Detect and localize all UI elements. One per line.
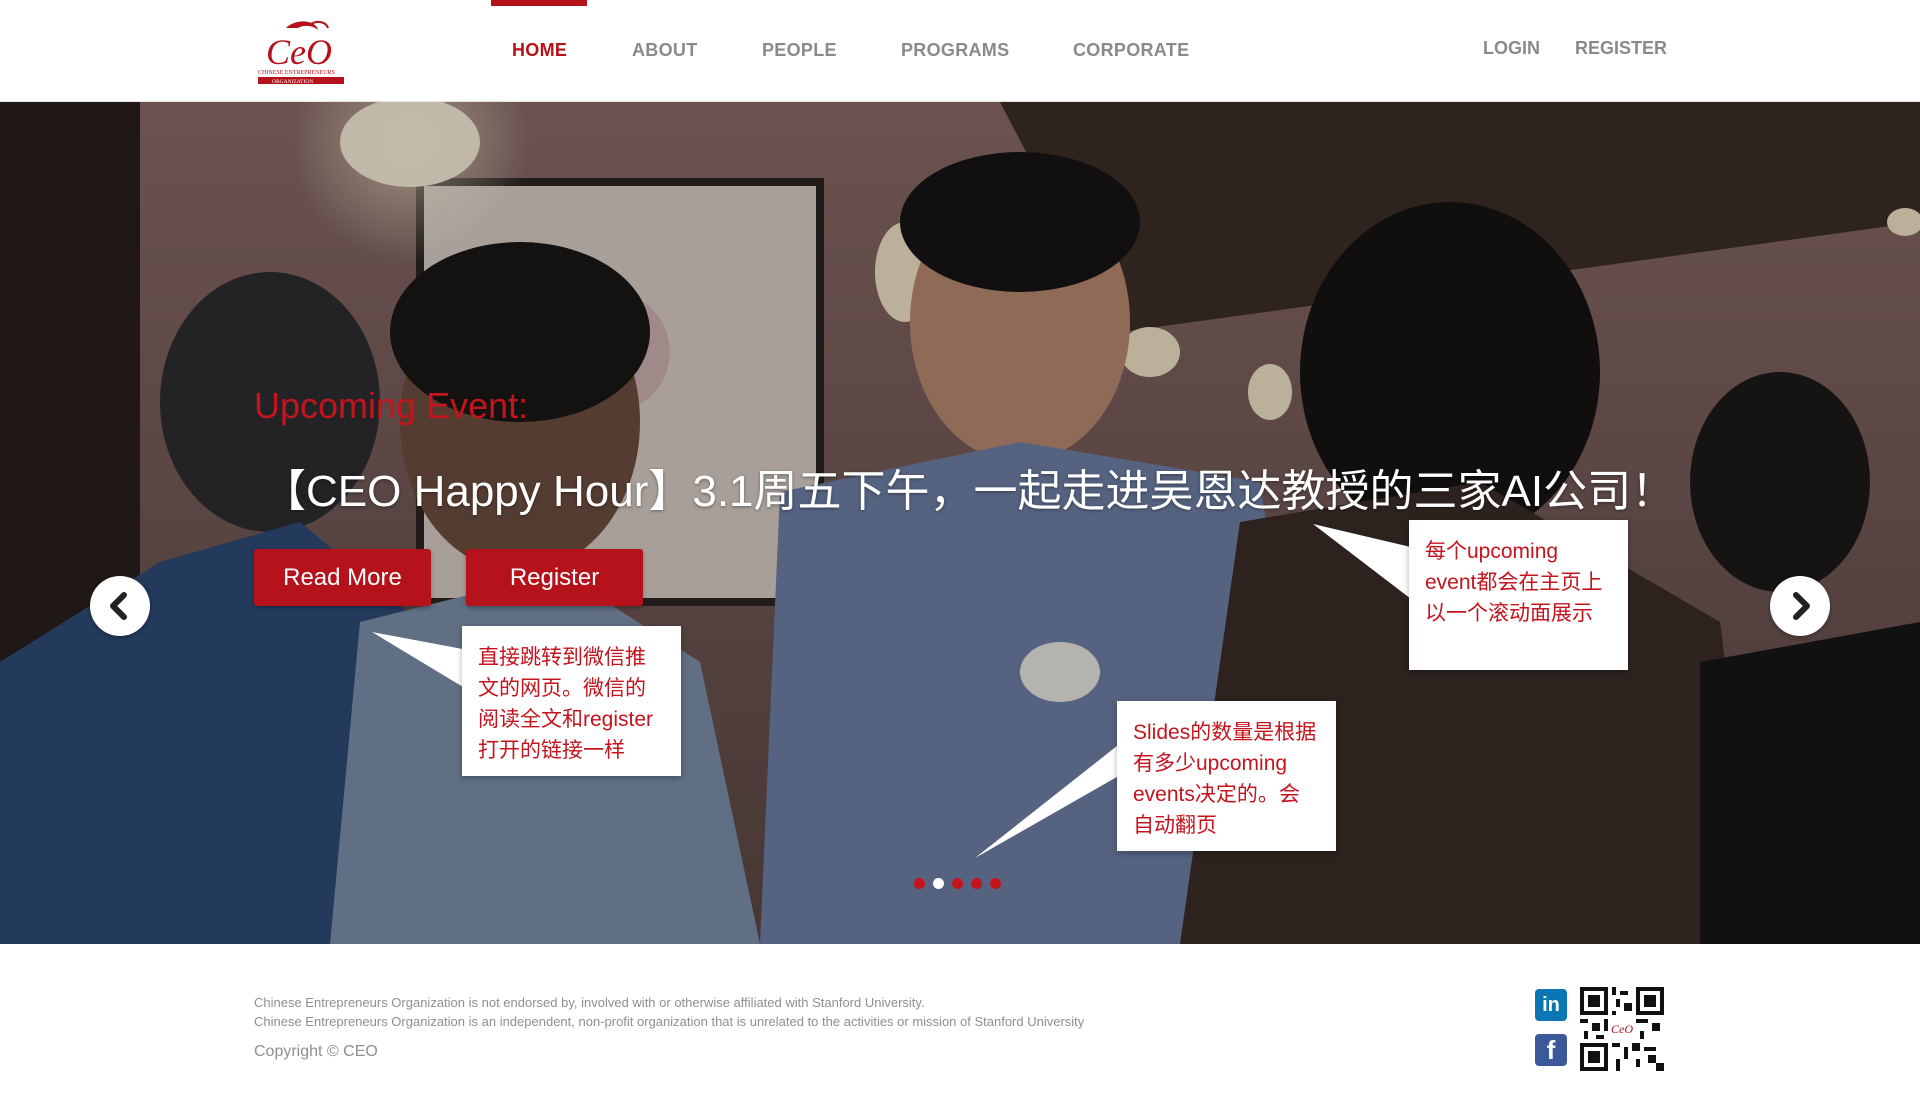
upcoming-event-label: Upcoming Event: — [254, 385, 529, 426]
copyright: Copyright © CEO — [254, 1043, 378, 1060]
disclaimer-line-2: Chinese Entrepreneurs Organization is an… — [254, 1014, 1085, 1029]
carousel-dot[interactable] — [971, 878, 982, 889]
carousel-dot[interactable] — [952, 878, 963, 889]
ceo-logo[interactable]: CeO CHINESE ENTREPRENEURS ORGANIZATION — [256, 18, 348, 86]
chevron-left-icon — [110, 592, 127, 620]
carousel-indicators — [914, 878, 1001, 889]
carousel-dot[interactable] — [990, 878, 1001, 889]
nav-about[interactable]: ABOUT — [632, 40, 698, 61]
annotation-carousel: 每个upcoming event都会在主页上以一个滚动面展示 — [1409, 520, 1628, 670]
nav-corporate[interactable]: CORPORATE — [1073, 40, 1189, 61]
site-header: CeO CHINESE ENTREPRENEURS ORGANIZATION H… — [0, 0, 1920, 102]
nav-home[interactable]: HOME — [512, 40, 567, 61]
annotation-slides: Slides的数量是根据有多少upcoming events决定的。会自动翻页 — [1117, 701, 1336, 851]
svg-text:CeO: CeO — [1611, 1022, 1633, 1036]
carousel-dot[interactable] — [933, 878, 944, 889]
nav-people[interactable]: PEOPLE — [762, 40, 837, 61]
nav-programs[interactable]: PROGRAMS — [901, 40, 1009, 61]
wechat-qr-code: CeO — [1580, 987, 1664, 1071]
facebook-icon[interactable]: f — [1535, 1034, 1567, 1066]
hero-carousel: Upcoming Event: 【CEO Happy Hour】3.1周五下午，… — [0, 102, 1920, 944]
carousel-next-button[interactable] — [1770, 576, 1830, 636]
linkedin-icon[interactable]: in — [1535, 989, 1567, 1021]
svg-text:CeO: CeO — [266, 32, 332, 72]
register-link[interactable]: REGISTER — [1575, 38, 1667, 59]
annotation-buttons: 直接跳转到微信推文的网页。微信的阅读全文和register打开的链接一样 — [462, 626, 681, 776]
svg-text:ORGANIZATION: ORGANIZATION — [272, 79, 313, 85]
read-more-button[interactable]: Read More — [254, 549, 431, 606]
hero-dim-overlay — [0, 102, 1920, 944]
carousel-dot[interactable] — [914, 878, 925, 889]
site-footer: Chinese Entrepreneurs Organization is no… — [0, 945, 1920, 1112]
chevron-right-icon — [1793, 592, 1810, 620]
register-button[interactable]: Register — [466, 549, 643, 606]
nav-active-indicator — [491, 0, 587, 6]
carousel-prev-button[interactable] — [90, 576, 150, 636]
svg-text:CHINESE ENTREPRENEURS: CHINESE ENTREPRENEURS — [258, 70, 335, 76]
login-link[interactable]: LOGIN — [1483, 38, 1540, 59]
event-title[interactable]: 【CEO Happy Hour】3.1周五下午，一起走进吴恩达教授的三家AI公司… — [262, 455, 1675, 519]
disclaimer-line-1: Chinese Entrepreneurs Organization is no… — [254, 995, 925, 1010]
